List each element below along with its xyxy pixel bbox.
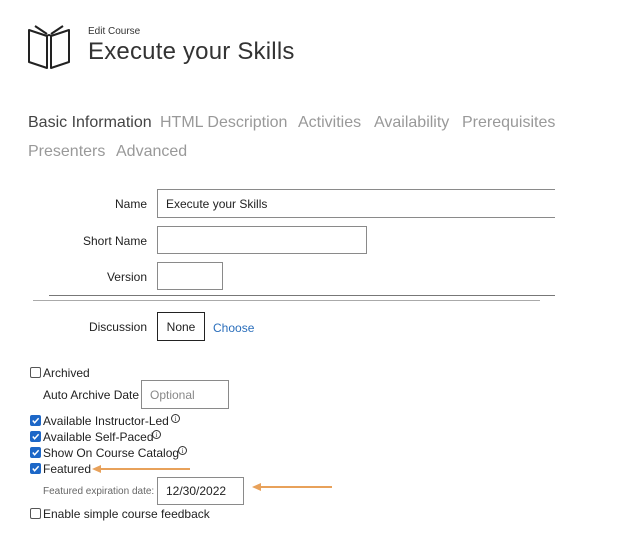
simple-feedback-checkbox[interactable] bbox=[30, 508, 41, 519]
tab-availability[interactable]: Availability bbox=[374, 114, 449, 132]
tab-activities[interactable]: Activities bbox=[298, 114, 361, 132]
book-icon bbox=[28, 25, 70, 69]
tab-prerequisites[interactable]: Prerequisites bbox=[462, 114, 555, 132]
short-name-input[interactable] bbox=[157, 226, 367, 254]
featured-expiration-input[interactable] bbox=[157, 477, 244, 505]
auto-archive-label: Auto Archive Date bbox=[43, 388, 140, 402]
featured-expiration-label: Featured expiration date: bbox=[43, 486, 155, 497]
featured-checkbox[interactable] bbox=[30, 463, 41, 474]
name-input[interactable] bbox=[157, 189, 555, 218]
archived-checkbox[interactable] bbox=[30, 367, 41, 378]
tab-presenters[interactable]: Presenters bbox=[28, 143, 105, 161]
short-name-label: Short Name bbox=[82, 234, 147, 248]
show-catalog-checkbox[interactable] bbox=[30, 447, 41, 458]
section-divider-lower bbox=[33, 300, 540, 301]
tab-advanced[interactable]: Advanced bbox=[116, 143, 187, 161]
featured-label: Featured bbox=[43, 462, 92, 476]
choose-link[interactable]: Choose bbox=[213, 321, 254, 335]
auto-archive-date-input[interactable] bbox=[141, 380, 229, 409]
self-paced-checkbox[interactable] bbox=[30, 431, 41, 442]
info-icon[interactable]: i bbox=[178, 446, 187, 455]
check-icon bbox=[32, 433, 40, 440]
self-paced-label: Available Self-Paced bbox=[43, 430, 154, 444]
version-label: Version bbox=[106, 270, 147, 284]
discussion-value: None bbox=[157, 312, 205, 341]
version-input[interactable] bbox=[157, 262, 223, 290]
tab-html-description[interactable]: HTML Description bbox=[160, 114, 287, 132]
tab-basic-information[interactable]: Basic Information bbox=[28, 114, 152, 132]
annotation-arrow-featured bbox=[92, 465, 190, 473]
info-icon[interactable]: i bbox=[171, 414, 180, 423]
name-label: Name bbox=[114, 197, 147, 211]
check-icon bbox=[32, 417, 40, 424]
show-catalog-label: Show On Course Catalog bbox=[43, 446, 180, 460]
page-title: Execute your Skills bbox=[88, 38, 295, 65]
simple-feedback-label: Enable simple course feedback bbox=[43, 507, 210, 521]
check-icon bbox=[32, 465, 40, 472]
check-icon bbox=[32, 449, 40, 456]
page-subtitle: Edit Course bbox=[88, 26, 141, 37]
annotation-arrow-expiration bbox=[252, 483, 332, 491]
info-icon[interactable]: i bbox=[152, 430, 161, 439]
discussion-label: Discussion bbox=[88, 320, 147, 334]
section-divider bbox=[49, 295, 555, 296]
archived-label: Archived bbox=[43, 366, 90, 380]
instructor-led-label: Available Instructor-Led bbox=[43, 414, 169, 428]
instructor-led-checkbox[interactable] bbox=[30, 415, 41, 426]
